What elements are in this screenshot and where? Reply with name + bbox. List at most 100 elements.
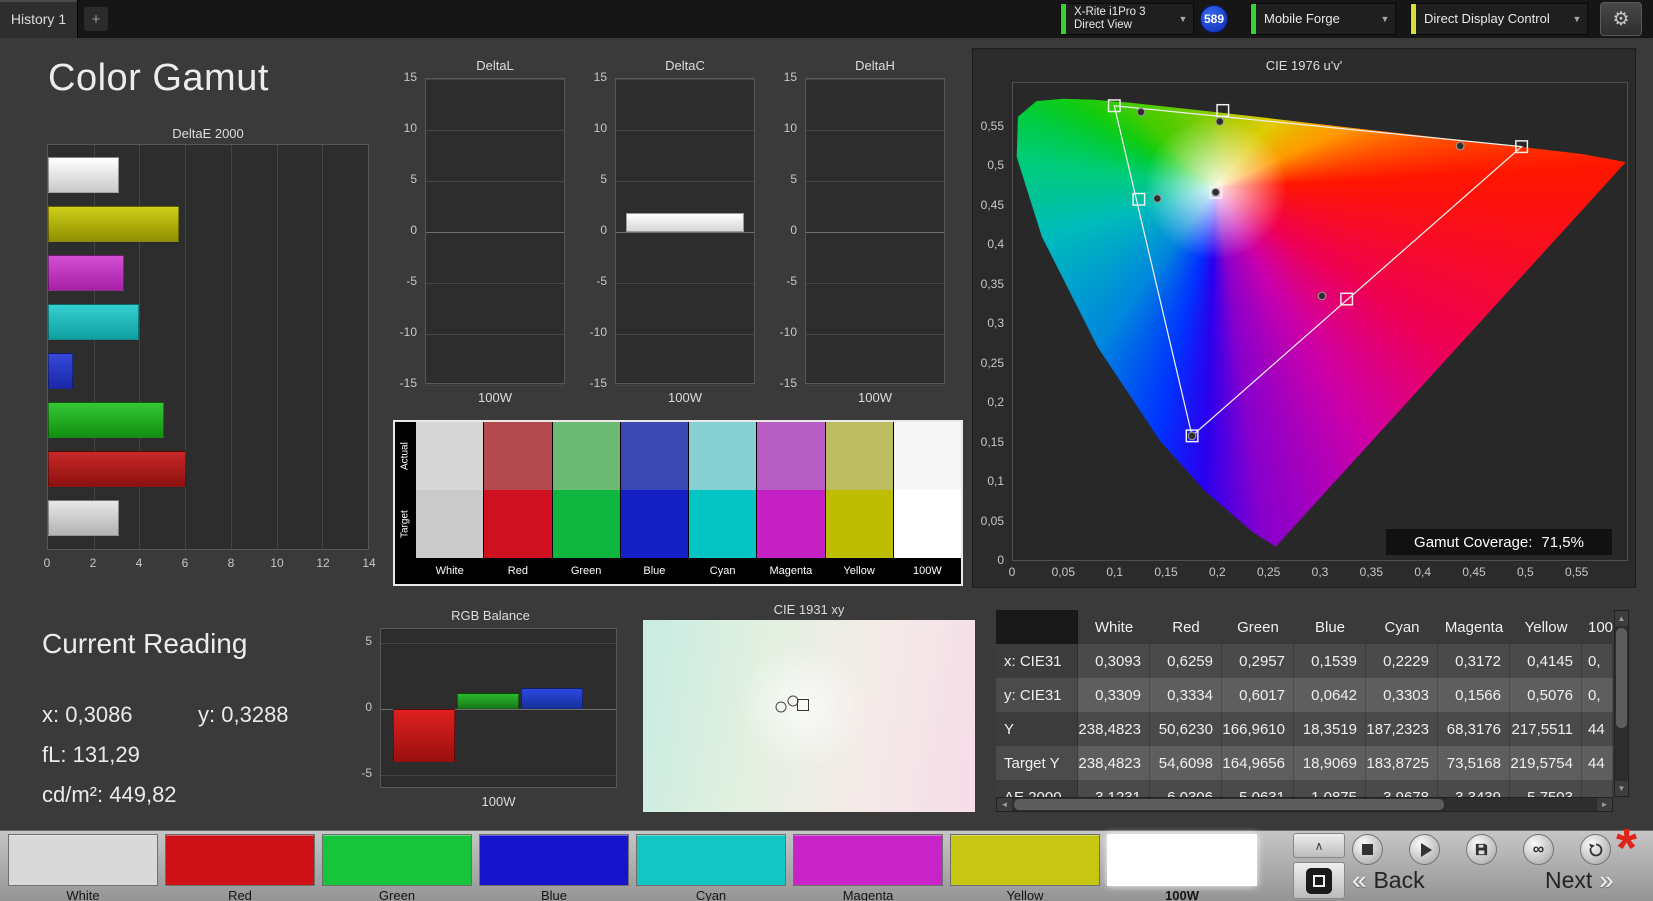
axis-tick-label: -10 [399, 325, 417, 339]
rgb-balance-x-label: 100W [481, 794, 516, 809]
table-header-cyan: Cyan [1384, 618, 1420, 636]
table-cell: 219,5754 [1510, 746, 1582, 780]
axis-tick-label: 15 [593, 70, 607, 84]
deltah-chart [805, 78, 945, 386]
measured-marker-cyan [1153, 194, 1162, 203]
table-cell: 0,1539 [1294, 644, 1366, 678]
bottom-swatch-green[interactable] [322, 834, 472, 886]
vertical-scroll-thumb[interactable] [1616, 628, 1627, 728]
axis-tick-label: 0,3 [987, 316, 1004, 331]
bottom-swatch-label-magenta: Magenta [842, 888, 894, 901]
continuous-measure-button[interactable]: ∞ [1523, 834, 1554, 865]
infinity-icon: ∞ [1532, 840, 1545, 858]
cie1976-chart [1012, 82, 1628, 561]
gridline [276, 145, 278, 549]
axis-tick-label: 15 [403, 70, 417, 84]
scroll-down-icon[interactable]: ▼ [1615, 781, 1628, 796]
axis-tick-label: 0 [997, 553, 1004, 567]
table-cell: 3,3439 [1438, 780, 1510, 797]
gridline [616, 130, 754, 131]
bottom-swatch-blue[interactable] [479, 834, 629, 886]
play-button[interactable] [1409, 834, 1440, 865]
add-tab-button[interactable]: + [84, 7, 108, 31]
bottom-swatch-white[interactable] [8, 834, 158, 886]
table-row[interactable]: Target Y 238,4823 54,6098 164,9656 18,9069 18… [996, 746, 1613, 780]
deltae-bar-100w [48, 500, 120, 536]
bottom-swatch-label-red: Red [228, 888, 252, 901]
bottom-swatch-label-cyan: Cyan [695, 888, 727, 901]
axis-tick-label: 0,25 [980, 355, 1004, 370]
table-row[interactable]: Y 238,4823 50,6230 166,9610 18,3519 187,2323 6… [996, 712, 1613, 746]
display-control-dropdown[interactable]: Direct Display Control ▼ [1410, 3, 1588, 35]
refresh-button[interactable] [1580, 834, 1611, 865]
bottom-swatch-100w[interactable] [1107, 834, 1257, 886]
cie1931-circle-marker [775, 701, 787, 713]
alert-asterisk-icon: * [1616, 818, 1638, 878]
gridline [616, 79, 754, 80]
table-row[interactable]: x: CIE31 0,3093 0,6259 0,2957 0,1539 0,2229 0,… [996, 644, 1613, 678]
table-cell: 0,3334 [1150, 678, 1222, 712]
axis-tick-label: 14 [362, 556, 376, 570]
scroll-right-icon[interactable]: ► [1597, 798, 1612, 811]
axis-tick-label: -10 [779, 325, 797, 339]
bottom-swatch-cyan[interactable] [636, 834, 786, 886]
deltae-bar-cyan [48, 304, 139, 340]
tab-history-1[interactable]: History 1 [0, 0, 78, 38]
table-row[interactable]: ΔE 2000 3,1231 6,0306 5,0631 1,0875 3,9678 3,3… [996, 780, 1613, 797]
bottom-swatch-red[interactable] [165, 834, 315, 886]
axis-tick-label: 0,15 [980, 434, 1004, 449]
axis-tick-label: -15 [399, 376, 417, 390]
table-vertical-scrollbar[interactable]: ▲ ▼ [1614, 610, 1629, 797]
pattern-window-button[interactable] [1293, 862, 1345, 899]
back-label: Back [1373, 867, 1425, 893]
back-button[interactable]: « Back [1352, 865, 1425, 896]
target-swatch-cyan [689, 490, 757, 558]
deltae2000-chart [47, 144, 369, 550]
rgb-balance-chart-title: RGB Balance [451, 608, 530, 623]
scroll-left-icon[interactable]: ◄ [997, 798, 1012, 811]
table-cell: 164,9656 [1222, 746, 1294, 780]
meter-dropdown[interactable]: X-Rite i1Pro 3 Direct View ▼ [1060, 3, 1194, 35]
axis-tick-label: 5 [600, 172, 607, 186]
table-cell: 3,9678 [1366, 780, 1438, 797]
bottom-swatch-label-green: Green [378, 888, 416, 901]
gridline [616, 385, 754, 386]
swatch-row-labels: Actual Target [395, 422, 415, 584]
deltae-bar-red [48, 451, 186, 487]
deltae-bar-green [48, 402, 164, 438]
table-cell: 68,3176 [1438, 712, 1510, 746]
axis-tick-label: 0,45 [1462, 565, 1486, 579]
deltae-bar-blue [48, 353, 73, 389]
save-button[interactable] [1466, 834, 1497, 865]
reading-fl: fL: 131,29 [42, 742, 140, 768]
rgb-bar-blue [521, 687, 583, 709]
pattern-source-dropdown[interactable]: Mobile Forge ▼ [1250, 3, 1396, 35]
table-cell: 18,3519 [1294, 712, 1366, 746]
table-cell: 217,5511 [1510, 712, 1582, 746]
chevrons-left-icon: « [1352, 865, 1367, 895]
stop-button[interactable] [1352, 834, 1383, 865]
gridline [616, 232, 754, 233]
table-row[interactable]: y: CIE31 0,3309 0,3334 0,6017 0,0642 0,3303 0,… [996, 678, 1613, 712]
deltae2000-x-axis: 0 2 4 6 8 10 12 14 [44, 556, 376, 572]
axis-tick-label: 0,1 [1106, 565, 1123, 579]
bottom-swatch-magenta[interactable] [793, 834, 943, 886]
settings-button[interactable]: ⚙ [1600, 2, 1642, 36]
bottom-swatch-yellow[interactable] [950, 834, 1100, 886]
next-button[interactable]: Next » [1545, 865, 1614, 896]
expand-panel-button[interactable]: ∧ [1293, 833, 1345, 858]
gridline [806, 283, 944, 284]
target-marker-yellow [1216, 103, 1230, 117]
deltal-chart [425, 78, 565, 386]
table-horizontal-scrollbar[interactable]: ◄ ► [996, 797, 1613, 812]
gridline [185, 145, 187, 549]
swatch-label: 100W [893, 558, 961, 584]
scroll-up-icon[interactable]: ▲ [1615, 611, 1628, 626]
swatch-col-white: White [415, 422, 484, 584]
deltac-x-label: 100W [668, 390, 702, 405]
deltae-bar-yellow [48, 206, 180, 242]
reading-fl-value: 131,29 [72, 742, 140, 767]
row-label: x: CIE31 [996, 644, 1078, 678]
bottom-swatch-label-100w: 100W [1165, 888, 1199, 901]
horizontal-scroll-thumb[interactable] [1014, 799, 1444, 810]
